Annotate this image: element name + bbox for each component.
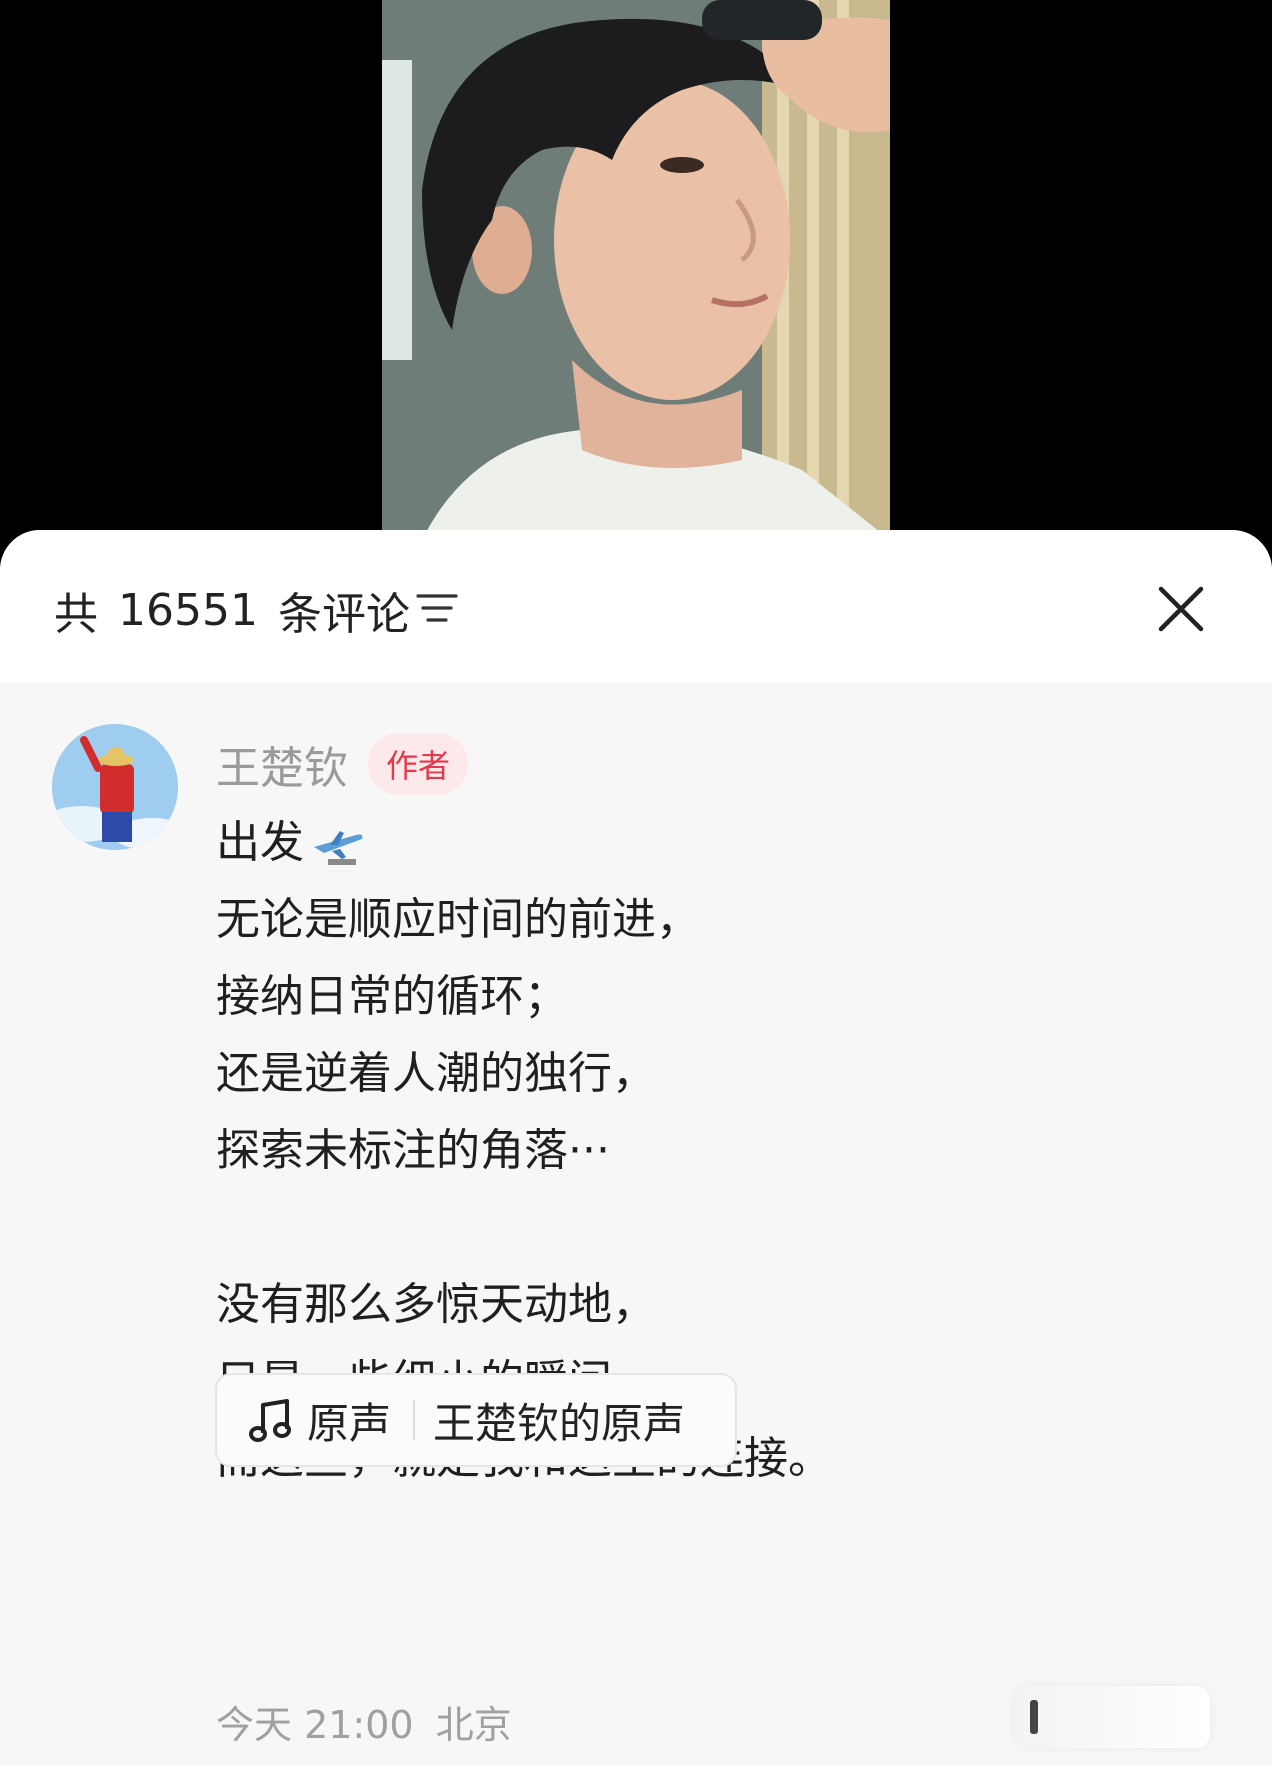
video-area[interactable] bbox=[0, 0, 1272, 540]
comment-count-title: 共 16551 条评论 bbox=[54, 578, 410, 642]
video-portrait-image bbox=[382, 0, 890, 540]
sound-owner: 王楚钦的原声 bbox=[433, 1398, 686, 1448]
filter-lines-icon[interactable] bbox=[414, 590, 460, 626]
close-icon[interactable] bbox=[1156, 584, 1206, 634]
avatar[interactable] bbox=[52, 724, 178, 850]
comment-line: 还是逆着人潮的独行， bbox=[216, 1048, 656, 1099]
avatar-image bbox=[52, 724, 178, 850]
original-sound-card[interactable]: 原声 王楚钦的原声 bbox=[215, 1373, 737, 1467]
comment-time: 今天 21:00 bbox=[216, 1703, 414, 1747]
comment-location: 北京 bbox=[435, 1703, 512, 1747]
comment-line: 探索未标注的角落··· bbox=[216, 1125, 610, 1176]
comment-count-prefix: 共 bbox=[54, 589, 98, 640]
comments-header: 共 16551 条评论 bbox=[0, 530, 1272, 682]
comment-line: 无论是顺应时间的前进， bbox=[216, 894, 700, 945]
comment-meta: 今天 21:00 北京 bbox=[216, 1694, 512, 1749]
author-badge: 作者 bbox=[368, 733, 469, 795]
airplane-icon bbox=[314, 831, 363, 865]
comment-count-suffix: 条评论 bbox=[277, 589, 410, 640]
author-row: 王楚钦 作者 bbox=[216, 732, 469, 796]
comment-count: 16551 bbox=[118, 584, 258, 636]
comment-line-text: 出发 bbox=[216, 817, 304, 868]
comment-line: 没有那么多惊天动地， bbox=[216, 1279, 656, 1330]
reply-handle[interactable] bbox=[1014, 1686, 1210, 1748]
sound-label: 原声 bbox=[307, 1398, 392, 1448]
music-note-icon bbox=[249, 1399, 291, 1442]
sound-separator bbox=[413, 1400, 416, 1440]
comment-line bbox=[216, 1189, 1176, 1266]
reply-handle-bar bbox=[1030, 1700, 1038, 1734]
comment-line: 接纳日常的循环； bbox=[216, 971, 568, 1022]
comment-line: 出发 bbox=[216, 804, 1176, 881]
author-name[interactable]: 王楚钦 bbox=[216, 732, 348, 796]
video-thumbnail[interactable] bbox=[382, 0, 890, 540]
